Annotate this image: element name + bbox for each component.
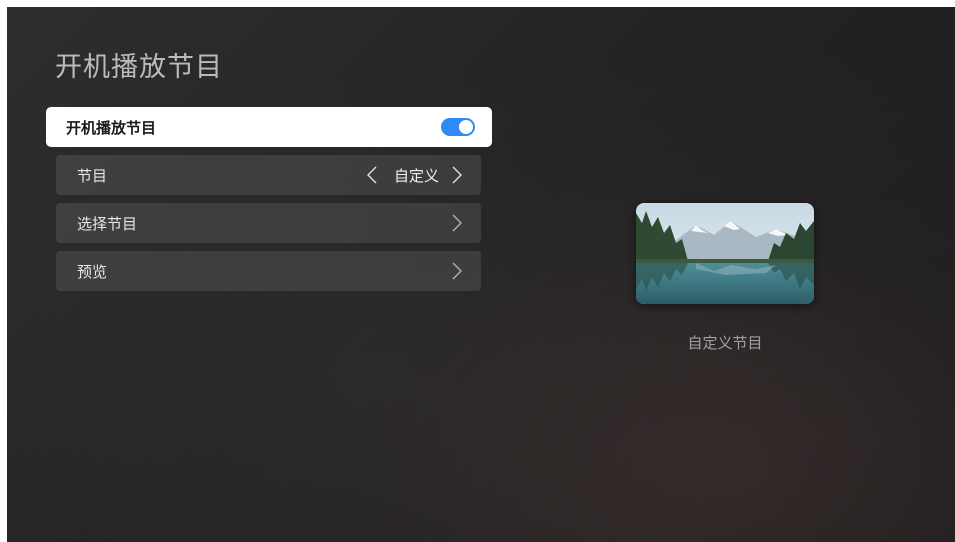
boot-play-label: 开机播放节目 xyxy=(66,118,157,137)
mountain-lake-image xyxy=(636,203,814,304)
program-value: 自定义 xyxy=(393,166,439,185)
chevron-right-icon[interactable] xyxy=(449,165,465,185)
chevron-left-icon[interactable] xyxy=(364,165,380,185)
select-program-row[interactable]: 选择节目 xyxy=(56,203,481,243)
chevron-right-icon xyxy=(449,213,465,233)
program-thumbnail xyxy=(636,203,814,304)
settings-screen: 开机播放节目 开机播放节目 节目 自定义 选择节目 预览 自定义节目 xyxy=(7,7,955,542)
select-program-label: 选择节目 xyxy=(77,214,138,233)
program-selector-row[interactable]: 节目 自定义 xyxy=(56,155,481,195)
thumbnail-caption: 自定义节目 xyxy=(687,334,763,352)
page-title: 开机播放节目 xyxy=(55,52,223,83)
chevron-right-icon xyxy=(449,261,465,281)
program-label: 节目 xyxy=(77,166,108,185)
preview-label: 预览 xyxy=(77,262,108,281)
toggle-knob xyxy=(459,120,473,134)
boot-play-toggle[interactable] xyxy=(441,118,475,136)
boot-play-toggle-row[interactable]: 开机播放节目 xyxy=(46,107,492,147)
preview-row[interactable]: 预览 xyxy=(56,251,481,291)
